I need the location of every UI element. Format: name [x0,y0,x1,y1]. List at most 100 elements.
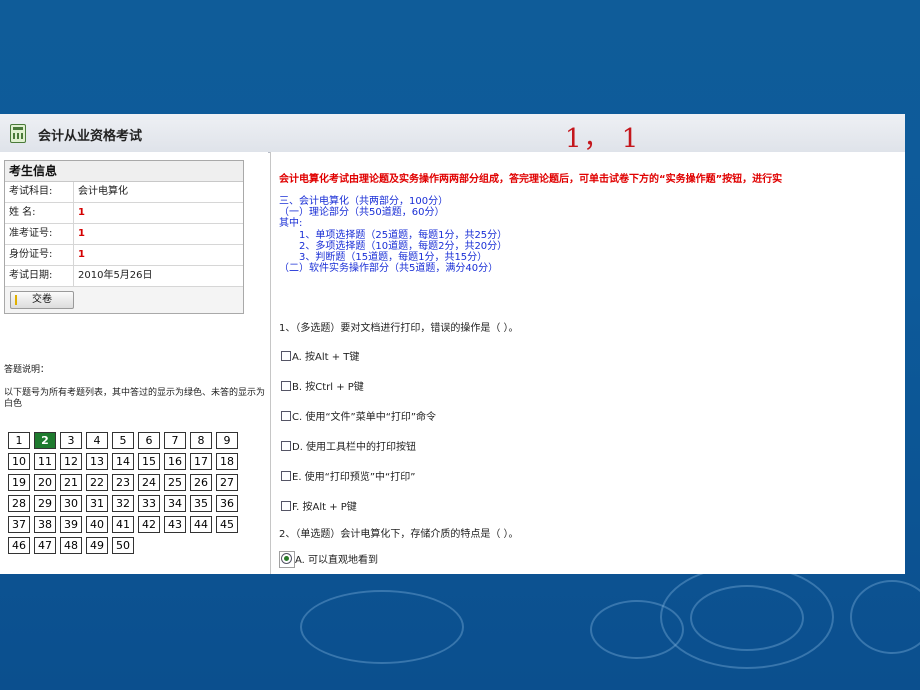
structure-line: 3、判断题（15道题，每题1分，共15分） [299,252,488,264]
option-1d[interactable]: D. 使用工具栏中的打印按钮 [281,438,416,453]
candidate-info: 考生信息 考试科目: 会计电算化 姓 名: 1 准考证号: 1 身份证号: 1 … [4,160,244,314]
structure-line: 1、单项选择题（25道题，每题1分，共25分） [299,229,508,241]
question-number-button[interactable]: 28 [8,495,30,512]
option-label: C. 使用“文件”菜单中“打印”命令 [292,412,437,423]
question-number-button[interactable]: 37 [8,516,30,533]
question-number-button[interactable]: 24 [138,474,160,491]
exam-notice: 会计电算化考试由理论题及实务操作两两部分组成，答完理论题后，可单击试卷下方的“实… [279,174,783,185]
question-number-button[interactable]: 22 [86,474,108,491]
question-number-button[interactable]: 14 [112,453,134,470]
question-number-button[interactable]: 33 [138,495,160,512]
checkbox[interactable] [281,381,291,391]
info-row-name: 姓 名: 1 [5,203,243,224]
question-number-button[interactable]: 5 [112,432,134,449]
info-label: 姓 名: [5,203,74,223]
option-1b[interactable]: B. 按Ctrl + P键 [281,378,364,393]
question-number-button[interactable]: 4 [86,432,108,449]
answer-help-title: 答题说明： [4,365,50,375]
question-number-button[interactable]: 25 [164,474,186,491]
question-number-button[interactable]: 49 [86,537,108,554]
checkbox[interactable] [281,411,291,421]
question-number-button[interactable]: 48 [60,537,82,554]
info-label: 考试日期: [5,266,74,286]
checkbox[interactable] [281,351,291,361]
info-value: 2010年5月26日 [78,270,153,281]
question-number-button[interactable]: 42 [138,516,160,533]
question-number-button[interactable]: 32 [112,495,134,512]
question-number-button[interactable]: 6 [138,432,160,449]
question-number-button[interactable]: 15 [138,453,160,470]
question-number-button[interactable]: 31 [86,495,108,512]
option-label: A. 可以直观地看到 [295,555,379,566]
info-value: 1 [78,249,85,260]
structure-line: 2、多项选择题（10道题，每题2分，共20分） [299,240,508,252]
checkbox[interactable] [281,441,291,451]
info-value: 1 [78,228,85,239]
question-number-button[interactable]: 12 [60,453,82,470]
question-number-button[interactable]: 17 [190,453,212,470]
question-1-text: 1、（多选题）要对文档进行打印，错误的操作是（ ）。 [279,323,519,334]
structure-line: （二）软件实务操作部分（共5道题，满分40分） [279,263,499,275]
question-number-button[interactable]: 45 [216,516,238,533]
question-number-button[interactable]: 19 [8,474,30,491]
question-number-button[interactable]: 1 [8,432,30,449]
question-2-text: 2、（单选题）会计电算化下，存储介质的特点是（ ）。 [279,529,519,540]
radio-button[interactable] [281,553,292,564]
question-number-button[interactable]: 9 [216,432,238,449]
question-number-button[interactable]: 7 [164,432,186,449]
question-number-button[interactable]: 11 [34,453,56,470]
option-1e[interactable]: E. 使用“打印预览”中“打印” [281,468,415,483]
left-panel: 考生信息 考试科目: 会计电算化 姓 名: 1 准考证号: 1 身份证号: 1 … [0,152,268,574]
question-number-button[interactable]: 26 [190,474,212,491]
question-number-button[interactable]: 30 [60,495,82,512]
question-number-button[interactable]: 40 [86,516,108,533]
checkbox[interactable] [281,471,291,481]
question-number-button[interactable]: 43 [164,516,186,533]
question-number-button[interactable]: 13 [86,453,108,470]
question-number-button[interactable]: 3 [60,432,82,449]
question-number-button[interactable]: 10 [8,453,30,470]
question-number-button[interactable]: 36 [216,495,238,512]
option-2a[interactable]: A. 可以直观地看到 [279,551,378,568]
question-number-button[interactable]: 27 [216,474,238,491]
question-number-button[interactable]: 38 [34,516,56,533]
submit-exam-button[interactable]: 交卷 [10,291,74,309]
info-row-subject: 考试科目: 会计电算化 [5,182,243,203]
question-number-button[interactable]: 2 [34,432,56,449]
question-number-button[interactable]: 50 [112,537,134,554]
question-number-button[interactable]: 41 [112,516,134,533]
question-number-button[interactable]: 44 [190,516,212,533]
structure-line: 其中: [279,218,303,230]
question-number-button[interactable]: 21 [60,474,82,491]
question-number-button[interactable]: 34 [164,495,186,512]
question-number-button[interactable]: 20 [34,474,56,491]
option-1c[interactable]: C. 使用“文件”菜单中“打印”命令 [281,408,436,423]
question-number-button[interactable]: 46 [8,537,30,554]
question-number-button[interactable]: 35 [190,495,212,512]
option-1a[interactable]: A. 按Alt + T键 [281,348,359,363]
option-label: D. 使用工具栏中的打印按钮 [292,442,417,453]
question-number-button[interactable]: 47 [34,537,56,554]
question-number-button[interactable]: 18 [216,453,238,470]
info-value: 1 [78,207,85,218]
info-label: 身份证号: [5,245,74,265]
question-number-button[interactable]: 29 [34,495,56,512]
question-number-grid: 1 2 3 4 5 6 7 8 9 10 11 12 13 14 15 16 17 18 19 20 21 22 23 24 2… [8,432,248,554]
checkbox[interactable] [281,501,291,511]
info-row-date: 考试日期: 2010年5月26日 [5,266,243,287]
info-row-ticket: 准考证号: 1 [5,224,243,245]
question-number-button[interactable]: 8 [190,432,212,449]
submit-row: 交卷 [5,287,243,313]
option-1f[interactable]: F. 按Alt + P键 [281,498,357,513]
info-label: 准考证号: [5,224,74,244]
question-number-button[interactable]: 23 [112,474,134,491]
structure-line: （一）理论部分（共50道题，60分） [279,207,445,219]
answer-help-description: 以下题号为所有考题列表，其中答过的显示为绿色、未答的显示为白色 [4,388,266,409]
info-label: 考试科目: [5,182,74,202]
option-label: B. 按Ctrl + P键 [292,382,364,393]
app-title: 会计从业资格考试 [38,129,143,144]
question-number-button[interactable]: 39 [60,516,82,533]
exam-structure: 三、会计电算化（共两部分，100分） （一）理论部分（共50道题，60分） 其中… [279,196,507,274]
question-number-button[interactable]: 16 [164,453,186,470]
title-bar: 会计从业资格考试 1， 1 [0,114,905,154]
